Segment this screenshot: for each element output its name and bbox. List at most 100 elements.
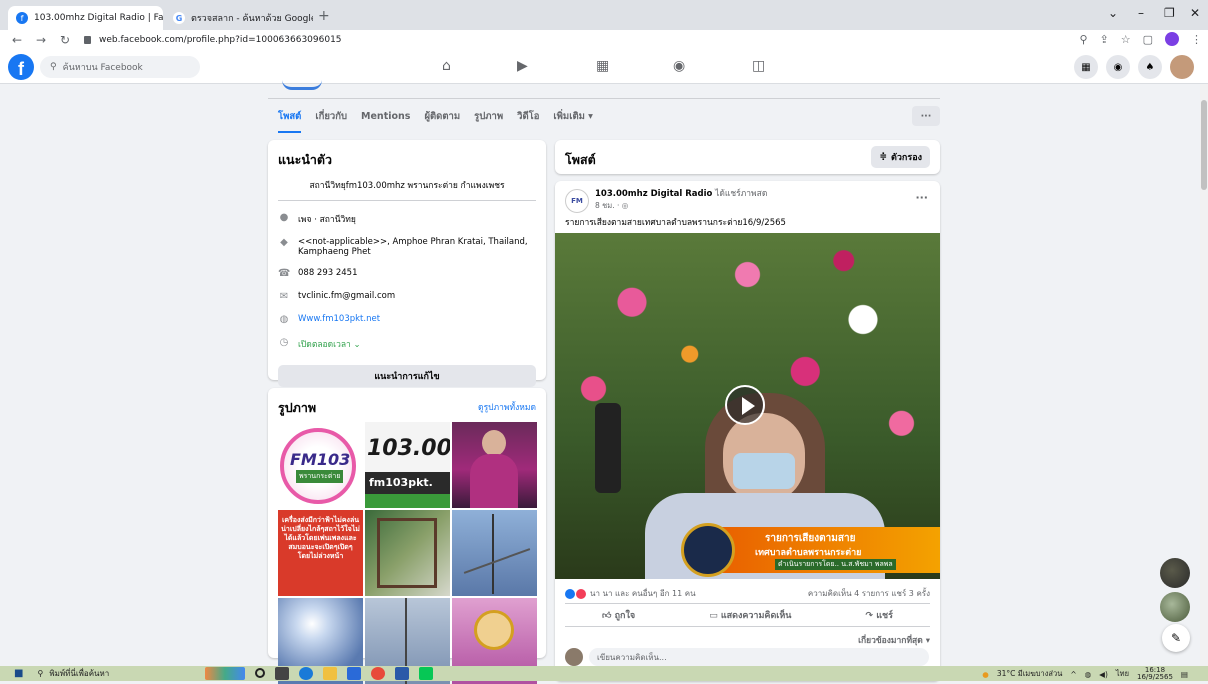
- post-video[interactable]: รายการเสียงตามสาย เทศบาลตำบลพรานกระต่าย …: [555, 233, 940, 579]
- tab-google[interactable]: G ตรวจสลาก - ค้นหาด้วย Google ✕: [165, 6, 313, 30]
- photo-thumbnail[interactable]: [452, 510, 537, 596]
- menu-grid-icon[interactable]: ▦: [1074, 55, 1098, 79]
- line-app-icon[interactable]: [419, 667, 433, 680]
- profile-tabs: โพสต์ เกี่ยวกับ Mentions ผู้ติดตาม รูปภา…: [268, 100, 940, 133]
- play-button-icon[interactable]: [725, 385, 765, 425]
- facebook-search-input[interactable]: ⚲ ค้นหาบน Facebook: [40, 56, 200, 78]
- posts-header-card: โพสต์ ≑ ตัวกรอง: [555, 140, 940, 174]
- restore-icon[interactable]: ❐: [1164, 6, 1175, 20]
- comment-button[interactable]: ▭ แสดงความคิดเห็น: [709, 608, 791, 622]
- tab-posts[interactable]: โพสต์: [278, 109, 302, 133]
- bookmark-star-icon[interactable]: ☆: [1121, 33, 1131, 46]
- email-icon: ✉: [279, 291, 289, 302]
- reload-icon[interactable]: ↻: [58, 33, 72, 47]
- tab-photos[interactable]: รูปภาพ: [474, 109, 503, 124]
- groups-icon[interactable]: ◉: [673, 58, 685, 74]
- see-all-photos-link[interactable]: ดูรูปภาพทั้งหมด: [478, 400, 536, 414]
- store-icon[interactable]: [275, 667, 289, 680]
- messenger-icon[interactable]: ◉: [1106, 55, 1130, 79]
- post-options-icon[interactable]: ···: [915, 191, 928, 204]
- sidepanel-icon[interactable]: ▢: [1143, 33, 1153, 46]
- post-page-name[interactable]: 103.00mhz Digital Radio: [595, 189, 712, 199]
- task-view-icon[interactable]: [255, 668, 265, 678]
- post-time[interactable]: 8 ชม. · ◎: [595, 200, 767, 211]
- new-tab-button[interactable]: +: [318, 8, 330, 24]
- photo-thumbnail[interactable]: 103.00 fm103pkt.: [365, 422, 450, 508]
- chat-head-avatar[interactable]: [1160, 592, 1190, 622]
- comment-sort-dropdown[interactable]: เกี่ยวข้องมากที่สุด ▾: [858, 633, 930, 647]
- taskbar-search[interactable]: ⚲ พิมพ์ที่นี่เพื่อค้นหา: [37, 667, 109, 680]
- tab-about[interactable]: เกี่ยวกับ: [315, 109, 347, 124]
- photo-thumbnail[interactable]: FM103 พรานกระต่าย: [278, 422, 363, 508]
- gaming-icon[interactable]: ◫: [752, 58, 765, 74]
- facebook-logo-icon[interactable]: f: [8, 54, 34, 80]
- share-button[interactable]: ↷ แชร์: [866, 608, 893, 622]
- photo-thumbnail[interactable]: [365, 510, 450, 596]
- comments-shares-count[interactable]: ความคิดเห็น 4 รายการ แชร์ 3 ครั้ง: [808, 587, 930, 600]
- minimize-icon[interactable]: –: [1138, 6, 1144, 20]
- intro-hours[interactable]: เปิดตลอดเวลา ⌄: [298, 337, 361, 351]
- tab-followers[interactable]: ผู้ติดตาม: [424, 109, 460, 124]
- tab-title: 103.00mhz Digital Radio | Facebo: [34, 13, 163, 23]
- taskbar-widget-icon[interactable]: [205, 667, 245, 680]
- like-label: ถูกใจ: [614, 611, 636, 621]
- file-explorer-icon[interactable]: [323, 667, 337, 680]
- notifications-bell-icon[interactable]: ♠: [1138, 55, 1162, 79]
- home-icon[interactable]: ⌂: [442, 58, 451, 74]
- clock-icon: ◷: [279, 337, 289, 348]
- comment-input[interactable]: เขียนความคิดเห็น...: [589, 648, 929, 666]
- thumbs-up-icon: 👍︎: [602, 611, 615, 621]
- tab-facebook[interactable]: f 103.00mhz Digital Radio | Facebo ✕: [8, 6, 163, 30]
- chat-head-avatar[interactable]: [1160, 558, 1190, 588]
- notification-center-icon[interactable]: ▤: [1181, 670, 1188, 679]
- taskbar-clock[interactable]: 16:18 16/9/2565: [1137, 667, 1173, 681]
- comment-composer: เขียนความคิดเห็น...: [565, 648, 929, 666]
- suggest-edit-button[interactable]: แนะนำการแก้ไข: [278, 365, 536, 387]
- post-caption: รายการเสียงตามสายเทศบาลตำบลพรานกระต่าย16…: [565, 218, 786, 228]
- tab-more[interactable]: เพิ่มเติม ▾: [553, 109, 593, 124]
- scrollbar-thumb[interactable]: [1201, 100, 1207, 190]
- url-field[interactable]: web.facebook.com/profile.php?id=10006366…: [84, 35, 342, 45]
- photos-app-icon[interactable]: [395, 667, 409, 680]
- intro-website-link[interactable]: Www.fm103pkt.net: [298, 314, 380, 324]
- divider: [268, 98, 940, 99]
- post-stats: นา นา และ คนอื่นๆ อีก 11 คน ความคิดเห็น …: [565, 587, 930, 600]
- marketplace-icon[interactable]: ▦: [596, 58, 609, 74]
- volume-icon[interactable]: ◀): [1099, 670, 1108, 679]
- tab-search-icon[interactable]: ⌄: [1108, 6, 1118, 20]
- tab-mentions[interactable]: Mentions: [361, 111, 410, 122]
- love-reaction-icon: [576, 588, 586, 599]
- forward-icon[interactable]: →: [34, 33, 48, 47]
- profile-avatar-icon[interactable]: [1165, 32, 1179, 46]
- filter-button[interactable]: ≑ ตัวกรอง: [871, 146, 930, 168]
- tab-videos[interactable]: วิดีโอ: [517, 109, 539, 124]
- new-message-icon[interactable]: ✎: [1162, 624, 1190, 652]
- share-icon[interactable]: ⇪: [1100, 33, 1109, 46]
- windows-start-icon[interactable]: ■: [14, 668, 23, 679]
- tray-overflow-icon[interactable]: ^: [1070, 670, 1076, 679]
- photo-thumbnail[interactable]: เครื่องส่งมีกว่าฟ้าไม่คงล่นน่าเปลี่ยงไกล…: [278, 510, 363, 596]
- mail-icon[interactable]: [347, 667, 361, 680]
- photo-thumbnail[interactable]: [452, 422, 537, 508]
- profile-more-button[interactable]: ···: [912, 106, 940, 126]
- intro-phone-row: ☎ 088 293 2451: [278, 268, 536, 280]
- reactions-summary[interactable]: นา นา และ คนอื่นๆ อีก 11 คน: [565, 587, 696, 600]
- input-language[interactable]: ไทย: [1116, 668, 1129, 680]
- weather-text[interactable]: 31°C มีเมฆบางส่วน: [997, 668, 1062, 680]
- watch-icon[interactable]: ▶: [517, 58, 528, 74]
- zoom-search-icon[interactable]: ⚲: [1079, 33, 1087, 46]
- close-window-icon[interactable]: ✕: [1190, 6, 1200, 20]
- like-button[interactable]: 👍︎ ถูกใจ: [602, 608, 635, 622]
- url-text: web.facebook.com/profile.php?id=10006366…: [99, 35, 342, 45]
- intro-category: เพจ · สถานีวิทยุ: [298, 215, 356, 225]
- intro-website-row: ◍ Www.fm103pkt.net: [278, 314, 536, 326]
- kebab-menu-icon[interactable]: ⋮: [1191, 33, 1202, 46]
- weather-icon: ●: [982, 669, 989, 679]
- intro-email: tvclinic.fm@gmail.com: [298, 291, 396, 301]
- back-icon[interactable]: ←: [10, 33, 24, 47]
- edge-icon[interactable]: [299, 667, 313, 680]
- chrome-icon[interactable]: [371, 667, 385, 680]
- page-avatar[interactable]: FM: [565, 189, 589, 213]
- network-icon[interactable]: ◍: [1085, 670, 1092, 679]
- account-avatar[interactable]: [1170, 55, 1194, 79]
